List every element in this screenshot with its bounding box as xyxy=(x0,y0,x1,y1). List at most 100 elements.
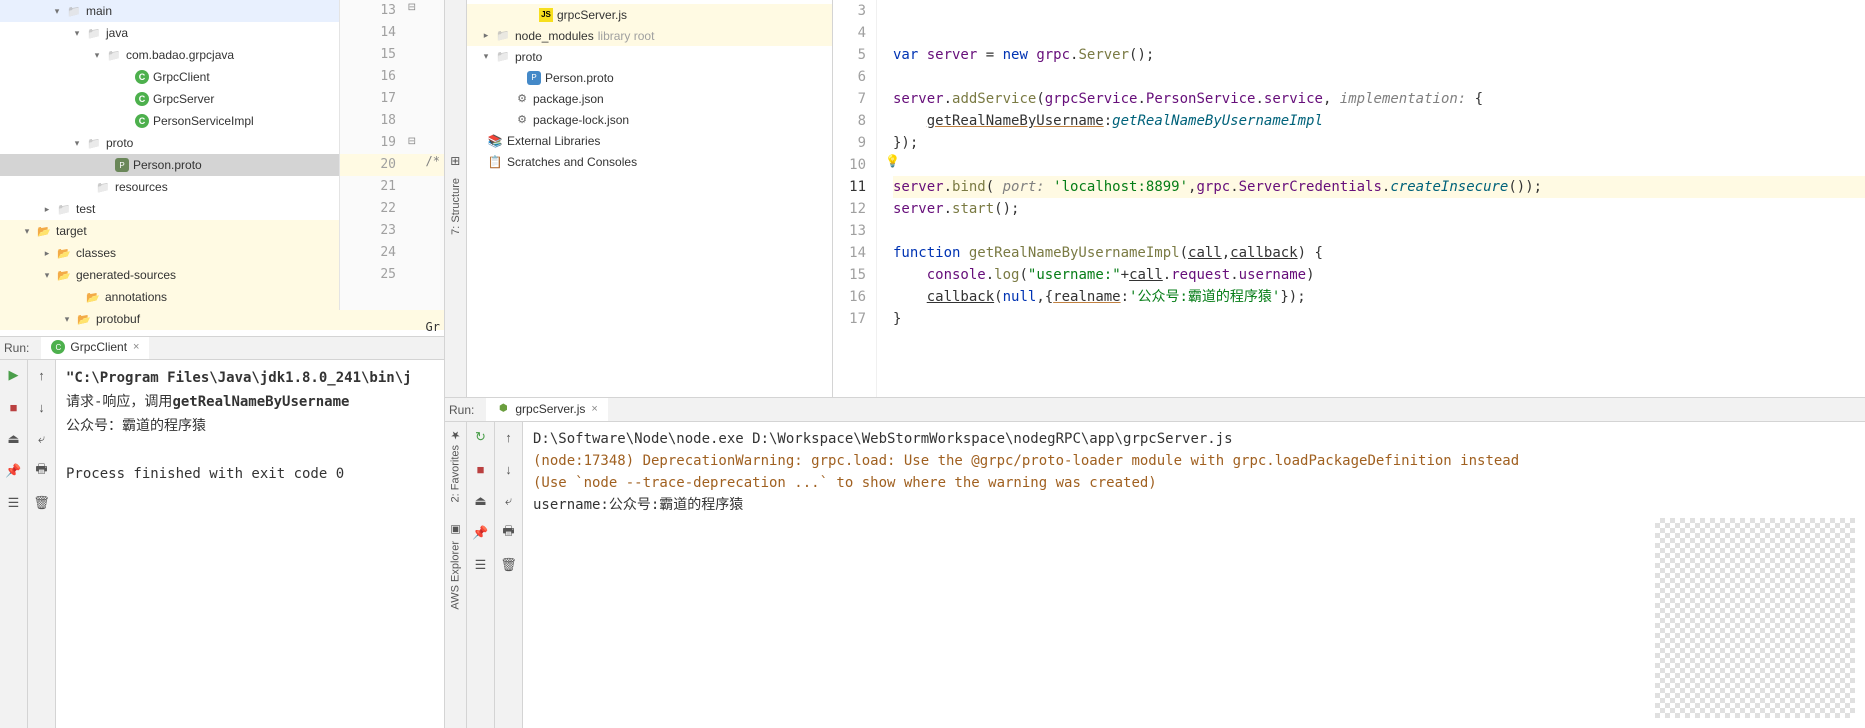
expand-arrow-icon[interactable] xyxy=(101,160,111,170)
tree-item[interactable]: package-lock.json xyxy=(467,109,832,130)
tree-item[interactable]: ▾protobuf xyxy=(0,308,444,330)
editor-content[interactable]: 💡 var server = new grpc.Server(); server.… xyxy=(877,0,1865,397)
code-line[interactable]: getRealNameByUsername:getRealNameByUsern… xyxy=(893,110,1865,132)
expand-arrow-icon[interactable] xyxy=(525,10,535,20)
line-number: 11 xyxy=(833,176,866,198)
aws-tool-button[interactable]: AWS Explorer▣ xyxy=(449,524,462,610)
close-icon[interactable]: × xyxy=(591,403,597,415)
run-tab-grpcclient[interactable]: C GrpcClient × xyxy=(41,337,149,359)
wrap-icon[interactable]: ⤶ xyxy=(500,492,518,510)
library-hint: library root xyxy=(598,29,655,43)
java-c-icon xyxy=(135,92,149,106)
line-number: 22 xyxy=(340,198,444,220)
code-line[interactable]: callback(null,{realname:'公众号:霸道的程序猿'}); xyxy=(893,286,1865,308)
line-number: 23 xyxy=(340,220,444,242)
fold-minus-icon[interactable]: ⊟ xyxy=(408,2,416,13)
expand-arrow-icon[interactable]: ▾ xyxy=(92,50,102,60)
tree-item[interactable]: ▾proto xyxy=(467,46,832,67)
code-line[interactable]: console.log("username:"+call.request.use… xyxy=(893,264,1865,286)
cube-icon: ▣ xyxy=(449,524,462,537)
expand-arrow-icon[interactable] xyxy=(501,94,511,104)
expand-arrow-icon[interactable] xyxy=(121,94,131,104)
down-icon[interactable]: ↓ xyxy=(33,398,51,416)
output-line: username:公众号:霸道的程序猿 xyxy=(533,494,1855,516)
favorites-tool-button[interactable]: 2: Favorites★ xyxy=(449,428,462,502)
tree-item[interactable]: External Libraries xyxy=(467,130,832,151)
stop-icon[interactable]: ■ xyxy=(5,398,23,416)
code-line[interactable]: server.addService(grpcService.PersonServ… xyxy=(893,88,1865,110)
code-line[interactable]: } xyxy=(893,308,1865,330)
expand-arrow-icon[interactable] xyxy=(121,72,131,82)
tree-item[interactable]: grpcServer.js xyxy=(467,4,832,25)
down-icon[interactable]: ↓ xyxy=(500,460,518,478)
project-tree-right[interactable]: grpcServer.js▸node_moduleslibrary root▾p… xyxy=(467,0,833,397)
print-icon[interactable]: 🖶 xyxy=(500,524,518,542)
expand-arrow-icon[interactable]: ▾ xyxy=(22,226,32,236)
run-tab-grpcserver[interactable]: ⬢ grpcServer.js × xyxy=(486,398,607,421)
rerun-icon[interactable]: ▶ xyxy=(5,366,23,384)
code-line[interactable]: }); xyxy=(893,132,1865,154)
expand-arrow-icon[interactable]: ▸ xyxy=(42,204,52,214)
run-output-left[interactable]: "C:\Program Files\Java\jdk1.8.0_241\bin\… xyxy=(56,360,444,728)
expand-arrow-icon[interactable]: ▸ xyxy=(481,31,491,41)
project-tree[interactable]: ▾main▾java▾com.badao.grpcjavaGrpcClientG… xyxy=(0,0,444,336)
pin-icon[interactable]: 📌 xyxy=(472,524,490,542)
expand-arrow-icon[interactable]: ▾ xyxy=(62,314,72,324)
code-line[interactable]: server.start(); xyxy=(893,198,1865,220)
qr-code-overlay xyxy=(1655,518,1855,718)
expand-arrow-icon[interactable]: ▾ xyxy=(72,138,82,148)
expand-arrow-icon[interactable] xyxy=(121,116,131,126)
code-line[interactable]: server.bind( port: 'localhost:8899',grpc… xyxy=(893,176,1865,198)
expand-arrow-icon[interactable] xyxy=(513,73,523,83)
line-number: 16 xyxy=(340,66,444,88)
expand-arrow-icon[interactable] xyxy=(71,292,81,302)
expand-arrow-icon[interactable]: ▾ xyxy=(52,6,62,16)
tree-item[interactable]: Scratches and Consoles xyxy=(467,151,832,172)
expand-arrow-icon[interactable] xyxy=(473,157,483,167)
code-line[interactable] xyxy=(893,154,1865,176)
expand-arrow-icon[interactable] xyxy=(473,136,483,146)
exit-icon[interactable]: ⏏ xyxy=(472,492,490,510)
structure-tool-button[interactable]: ⊞ 7: Structure xyxy=(445,0,467,397)
expand-arrow-icon[interactable] xyxy=(81,182,91,192)
code-line[interactable]: var server = new grpc.Server(); xyxy=(893,44,1865,66)
rerun-icon[interactable]: ↻ xyxy=(472,428,490,446)
trash-icon[interactable]: 🗑 xyxy=(33,494,51,512)
settings-icon[interactable]: ☰ xyxy=(5,494,23,512)
expand-arrow-icon[interactable] xyxy=(501,115,511,125)
tree-item-label: main xyxy=(86,4,112,18)
code-comment: /* xyxy=(426,154,440,168)
expand-arrow-icon[interactable]: ▸ xyxy=(42,248,52,258)
output-line: 公众号：霸道的程序猿 xyxy=(66,414,434,438)
lightbulb-icon[interactable]: 💡 xyxy=(885,154,900,168)
code-line[interactable] xyxy=(893,0,1865,22)
settings-icon[interactable]: ☰ xyxy=(472,556,490,574)
code-line[interactable] xyxy=(893,22,1865,44)
close-icon[interactable]: × xyxy=(133,341,139,353)
fold-minus-icon[interactable]: ⊟ xyxy=(408,136,416,147)
pin-icon[interactable]: 📌 xyxy=(5,462,23,480)
up-icon[interactable]: ↑ xyxy=(33,366,51,384)
expand-arrow-icon[interactable]: ▾ xyxy=(42,270,52,280)
tree-item[interactable]: package.json xyxy=(467,88,832,109)
expand-arrow-icon[interactable]: ▾ xyxy=(481,52,491,62)
stop-icon[interactable]: ■ xyxy=(472,460,490,478)
line-number: 10 xyxy=(833,154,866,176)
tree-item[interactable]: Person.proto xyxy=(467,67,832,88)
code-editor[interactable]: 34567891011121314151617 💡 var server = n… xyxy=(833,0,1865,397)
trash-icon[interactable]: 🗑 xyxy=(500,556,518,574)
code-line[interactable] xyxy=(893,66,1865,88)
wrap-icon[interactable]: ⤶ xyxy=(33,430,51,448)
tree-item-label: package-lock.json xyxy=(533,113,629,127)
up-icon[interactable]: ↑ xyxy=(500,428,518,446)
code-line[interactable]: function getRealNameByUsernameImpl(call,… xyxy=(893,242,1865,264)
expand-arrow-icon[interactable]: ▾ xyxy=(72,28,82,38)
scratch-icon xyxy=(487,154,503,170)
print-icon[interactable]: 🖶 xyxy=(33,462,51,480)
tree-item[interactable]: ▸node_moduleslibrary root xyxy=(467,25,832,46)
exit-icon[interactable]: ⏏ xyxy=(5,430,23,448)
line-number: 17 xyxy=(833,308,866,330)
json-icon xyxy=(515,113,529,127)
code-line[interactable] xyxy=(893,220,1865,242)
folder-o-icon xyxy=(76,311,92,327)
